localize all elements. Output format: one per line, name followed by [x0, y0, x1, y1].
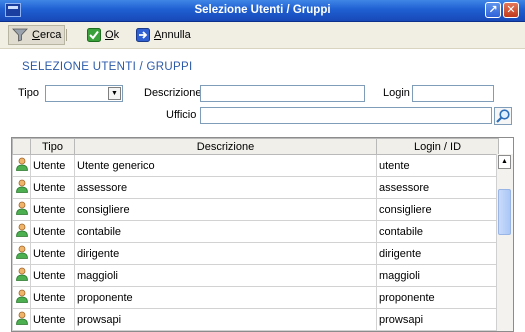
table-row[interactable]: Utente proponente proponente: [12, 286, 499, 309]
cell-descrizione: proponente: [74, 286, 377, 309]
table-row[interactable]: Utente Utente generico utente: [12, 154, 499, 177]
check-icon: [87, 28, 101, 42]
filter-icon: [12, 28, 28, 42]
cell-login: consigliere: [376, 198, 499, 221]
exit-arrow-icon: [136, 28, 150, 42]
table-row[interactable]: Utente consigliere consigliere: [12, 198, 499, 221]
table-row[interactable]: Utente prowsapi prowsapi: [12, 308, 499, 331]
table-row[interactable]: Utente dirigente dirigente: [12, 242, 499, 265]
user-icon: [12, 264, 31, 287]
user-icon: [12, 176, 31, 199]
cell-descrizione: contabile: [74, 220, 377, 243]
cell-tipo: Utente: [30, 154, 75, 177]
column-header-icon[interactable]: [12, 138, 31, 155]
cancel-button[interactable]: Annulla: [133, 25, 194, 45]
search-icon: [496, 109, 510, 123]
cell-login: assessore: [376, 176, 499, 199]
table-row[interactable]: Utente maggioli maggioli: [12, 264, 499, 287]
tipo-select[interactable]: ▼: [45, 85, 123, 102]
cell-login: prowsapi: [376, 308, 499, 331]
cell-login: maggioli: [376, 264, 499, 287]
cell-login: dirigente: [376, 242, 499, 265]
magnifier-button[interactable]: [494, 107, 512, 125]
login-label: Login: [383, 87, 410, 99]
descrizione-label: Descrizione: [144, 87, 202, 99]
close-button[interactable]: ✕: [503, 2, 519, 18]
cell-tipo: Utente: [30, 198, 75, 221]
search-mnemonic: C: [32, 29, 40, 41]
search-button[interactable]: Cerca: [8, 25, 66, 45]
search-panel: SELEZIONE UTENTI / GRUPPI Tipo ▼ Descriz…: [0, 49, 525, 332]
user-icon: [12, 286, 31, 309]
user-icon: [12, 242, 31, 265]
scroll-thumb[interactable]: [498, 189, 511, 235]
column-header-descrizione[interactable]: Descrizione: [74, 138, 377, 155]
cell-tipo: Utente: [30, 264, 75, 287]
cell-descrizione: maggioli: [74, 264, 377, 287]
column-header-login[interactable]: Login / ID: [376, 138, 499, 155]
cell-tipo: Utente: [30, 220, 75, 243]
user-icon: [12, 198, 31, 221]
cell-descrizione: prowsapi: [74, 308, 377, 331]
cell-tipo: Utente: [30, 308, 75, 331]
cell-tipo: Utente: [30, 242, 75, 265]
section-title: SELEZIONE UTENTI / GRUPPI: [22, 61, 193, 73]
ok-button[interactable]: Ok: [84, 25, 122, 45]
ok-mnemonic: O: [105, 29, 114, 41]
cell-login: utente: [376, 154, 499, 177]
ok-label: k: [113, 29, 120, 41]
descrizione-input[interactable]: [200, 85, 365, 102]
cell-descrizione: consigliere: [74, 198, 377, 221]
cell-tipo: Utente: [30, 286, 75, 309]
login-input[interactable]: [412, 85, 494, 102]
cell-descrizione: assessore: [74, 176, 377, 199]
search-label: erca: [39, 29, 62, 41]
ufficio-input[interactable]: [200, 107, 492, 124]
window-title: Selezione Utenti / Gruppi: [194, 4, 331, 16]
user-icon: [12, 308, 31, 331]
cell-descrizione: dirigente: [74, 242, 377, 265]
cancel-label: nnulla: [161, 29, 191, 41]
user-icon: [12, 154, 31, 177]
restore-button[interactable]: ↗: [485, 2, 501, 18]
tipo-label: Tipo: [18, 87, 39, 99]
chevron-down-icon[interactable]: ▼: [108, 87, 121, 100]
cell-login: proponente: [376, 286, 499, 309]
cell-descrizione: Utente generico: [74, 154, 377, 177]
results-grid: Tipo Descrizione Login / ID Utente Utente…: [11, 137, 514, 332]
column-header-tipo[interactable]: Tipo: [30, 138, 75, 155]
cell-login: contabile: [376, 220, 499, 243]
vertical-scrollbar[interactable]: ▲: [496, 154, 513, 331]
table-row[interactable]: Utente contabile contabile: [12, 220, 499, 243]
title-bar[interactable]: Selezione Utenti / Gruppi ↗ ✕: [0, 0, 525, 22]
user-icon: [12, 220, 31, 243]
ufficio-label: Ufficio: [166, 109, 197, 121]
table-row[interactable]: Utente assessore assessore: [12, 176, 499, 199]
toolbar: Cerca Ok Annulla: [0, 22, 525, 49]
cell-tipo: Utente: [30, 176, 75, 199]
scroll-up-icon[interactable]: ▲: [498, 155, 511, 169]
toolbar-separator: [66, 29, 67, 41]
